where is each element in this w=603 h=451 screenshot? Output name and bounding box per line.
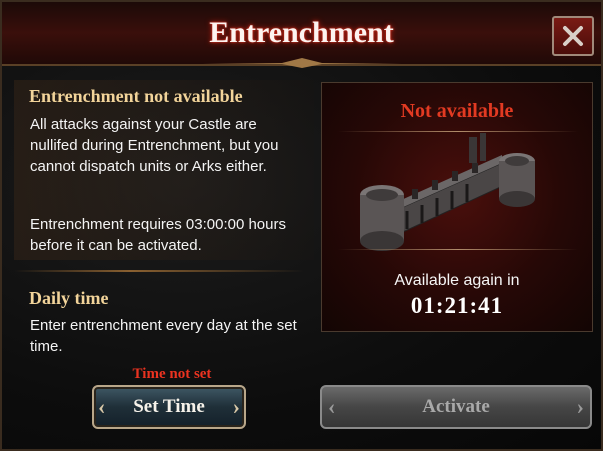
dialog-title: Entrenchment: [209, 16, 394, 49]
dialog-header: Entrenchment: [2, 2, 601, 66]
chevron-left-icon: ‹: [328, 394, 336, 419]
activate-button[interactable]: ‹ Activate ›: [320, 385, 592, 429]
daily-time-description: Enter entrenchment every day at the set …: [30, 317, 297, 355]
unavailable-heading: Entrenchment not available: [29, 86, 243, 106]
entrenchment-requirement: Entrenchment requires 03:00:00 hours bef…: [30, 216, 286, 254]
time-not-set-label: Time not set: [132, 366, 212, 382]
entrenchment-dialog: Entrenchment Entrenchment not available …: [0, 0, 603, 451]
available-again-label: Available again in: [394, 272, 520, 289]
daily-time-heading: Daily time: [29, 288, 109, 308]
close-button[interactable]: [552, 16, 594, 56]
close-icon: [563, 26, 583, 46]
status-divider-top: [338, 131, 578, 132]
status-panel: Not available Available again in 01:21:4…: [321, 82, 593, 332]
section-divider: [14, 270, 304, 272]
header-ornament: [202, 58, 402, 68]
chevron-right-icon: ›: [232, 394, 240, 419]
availability-status: Not available: [400, 100, 514, 122]
chevron-left-icon: ‹: [98, 394, 106, 419]
chevron-right-icon: ›: [576, 394, 584, 419]
status-divider-bottom: [338, 249, 578, 250]
set-time-button[interactable]: ‹ Set Time ›: [92, 385, 246, 429]
set-time-label: Set Time: [133, 396, 205, 417]
activate-label: Activate: [422, 396, 490, 417]
castle-wall-image: [360, 133, 535, 251]
countdown-timer: 01:21:41: [410, 293, 504, 318]
entrenchment-description: All attacks against your Castle are null…: [30, 116, 279, 175]
